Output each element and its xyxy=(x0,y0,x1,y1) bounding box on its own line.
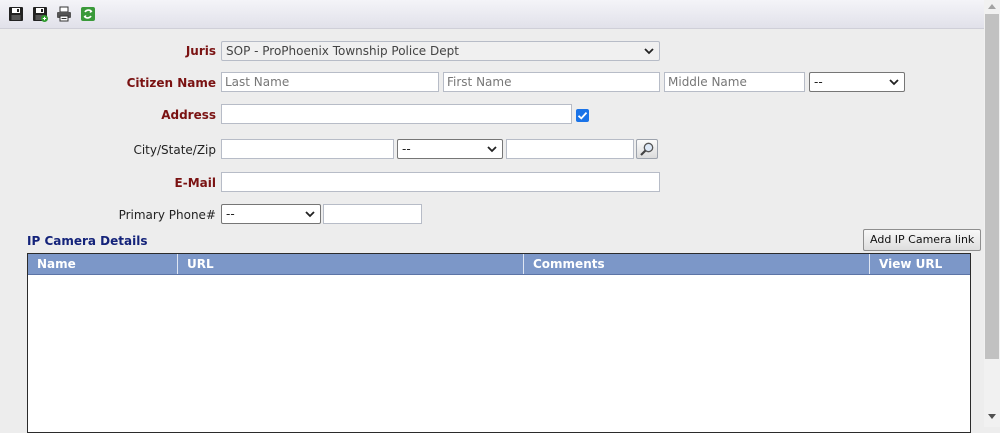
chevron-down-icon xyxy=(305,211,315,218)
address-checkbox[interactable] xyxy=(576,109,589,122)
juris-label: Juris xyxy=(185,44,216,58)
chevron-down-icon xyxy=(644,48,654,55)
phone-type-select[interactable]: -- xyxy=(221,204,321,224)
state-value: -- xyxy=(402,142,411,156)
magnifier-icon xyxy=(640,142,654,156)
save-and-new-icon[interactable] xyxy=(32,6,48,22)
city-input[interactable] xyxy=(221,139,394,159)
last-name-input[interactable] xyxy=(221,72,439,92)
juris-select-value: SOP - ProPhoenix Township Police Dept xyxy=(226,44,459,58)
primary-phone-label: Primary Phone# xyxy=(118,208,216,222)
chevron-down-icon xyxy=(487,146,497,153)
citizen-name-label: Citizen Name xyxy=(126,76,216,90)
vertical-scrollbar[interactable] xyxy=(984,0,1000,427)
email-label: E-Mail xyxy=(174,176,216,190)
ip-camera-section-title: IP Camera Details xyxy=(27,234,148,248)
juris-select[interactable]: SOP - ProPhoenix Township Police Dept xyxy=(221,41,660,61)
refresh-icon[interactable] xyxy=(80,6,96,22)
state-select[interactable]: -- xyxy=(397,139,503,159)
ip-camera-table-header: Name URL Comments View URL xyxy=(28,254,970,275)
email-input[interactable] xyxy=(221,172,660,192)
column-header-view-url[interactable]: View URL xyxy=(870,254,970,274)
add-ip-camera-link-button[interactable]: Add IP Camera link xyxy=(863,229,982,251)
name-suffix-value: -- xyxy=(814,75,823,89)
ip-camera-table: Name URL Comments View URL xyxy=(27,253,971,433)
chevron-down-icon xyxy=(889,79,899,86)
first-name-input[interactable] xyxy=(443,72,660,92)
scroll-down-arrow-icon[interactable] xyxy=(988,414,996,419)
name-suffix-select[interactable]: -- xyxy=(809,72,905,92)
checkmark-icon xyxy=(577,111,588,120)
zip-lookup-button[interactable] xyxy=(636,139,658,159)
column-header-comments[interactable]: Comments xyxy=(524,254,870,274)
address-input[interactable] xyxy=(221,104,572,124)
phone-number-input[interactable] xyxy=(323,204,422,224)
toolbar xyxy=(0,0,984,29)
print-icon[interactable] xyxy=(56,6,72,22)
column-header-name[interactable]: Name xyxy=(28,254,178,274)
address-label: Address xyxy=(161,108,216,122)
column-header-url[interactable]: URL xyxy=(178,254,524,274)
scrollbar-thumb[interactable] xyxy=(985,14,999,359)
phone-type-value: -- xyxy=(226,207,235,221)
middle-name-input[interactable] xyxy=(664,72,805,92)
scroll-up-arrow-icon[interactable] xyxy=(988,4,996,9)
city-state-zip-label: City/State/Zip xyxy=(133,143,216,157)
save-icon[interactable] xyxy=(8,6,24,22)
zip-input[interactable] xyxy=(506,139,634,159)
